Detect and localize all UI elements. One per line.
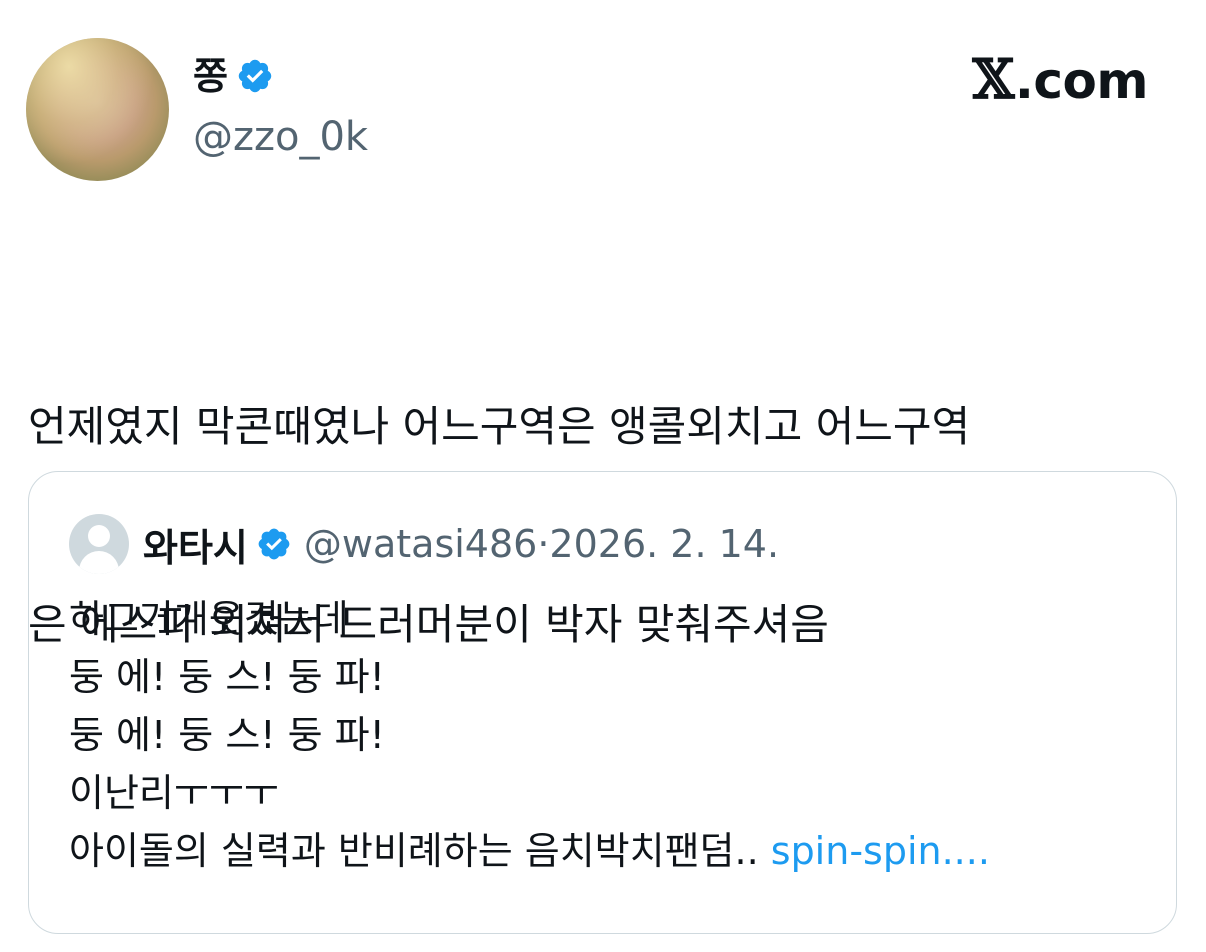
author-display-name[interactable]: 쫑 xyxy=(193,57,228,95)
quoted-line-last: 아이돌의 실력과 반비례하는 음치박치팬덤.. spin-spin.... xyxy=(69,822,1149,880)
quoted-line-text: 아이돌의 실력과 반비례하는 음치박치팬덤.. xyxy=(69,829,771,873)
quoted-tweet[interactable]: 와타시 @watasi486 · 2026. 2. 14. 하그거개웃겼는데 둥… xyxy=(28,471,1177,934)
x-logo: 𝕏 .com xyxy=(973,52,1149,106)
x-logo-icon: 𝕏 xyxy=(972,47,1015,111)
quoted-tweet-header: 와타시 @watasi486 · 2026. 2. 14. xyxy=(69,514,779,574)
verified-badge-icon xyxy=(258,528,290,560)
quoted-handle[interactable]: @watasi486 xyxy=(304,522,537,566)
default-avatar-icon[interactable] xyxy=(69,514,129,574)
verified-badge-icon xyxy=(238,59,272,93)
author-name-row: 쫑 xyxy=(193,48,274,104)
x-domain: .com xyxy=(1014,52,1149,110)
quoted-line: 둥 에! 둥 스! 둥 파! xyxy=(69,655,385,699)
author-handle[interactable]: @zzo_0k xyxy=(193,115,368,159)
author-avatar[interactable] xyxy=(26,38,169,181)
show-more-link[interactable]: spin-spin.... xyxy=(771,829,990,873)
quoted-display-name[interactable]: 와타시 xyxy=(143,517,248,572)
tweet-line: 언제였지 막콘때였나 어느구역은 앵콜외치고 어느구역 xyxy=(28,402,971,451)
quoted-tweet-body: 하그거개웃겼는데 둥 에! 둥 스! 둥 파! 둥 에! 둥 스! 둥 파! 이… xyxy=(69,590,1149,880)
quoted-line: 둥 에! 둥 스! 둥 파! xyxy=(69,713,385,757)
quoted-date[interactable]: 2026. 2. 14. xyxy=(549,522,779,566)
quoted-line: 이난리ㅜㅜㅜ xyxy=(69,771,279,815)
quoted-line: 하그거개웃겼는데 xyxy=(69,597,349,641)
meta-separator: · xyxy=(537,522,550,566)
